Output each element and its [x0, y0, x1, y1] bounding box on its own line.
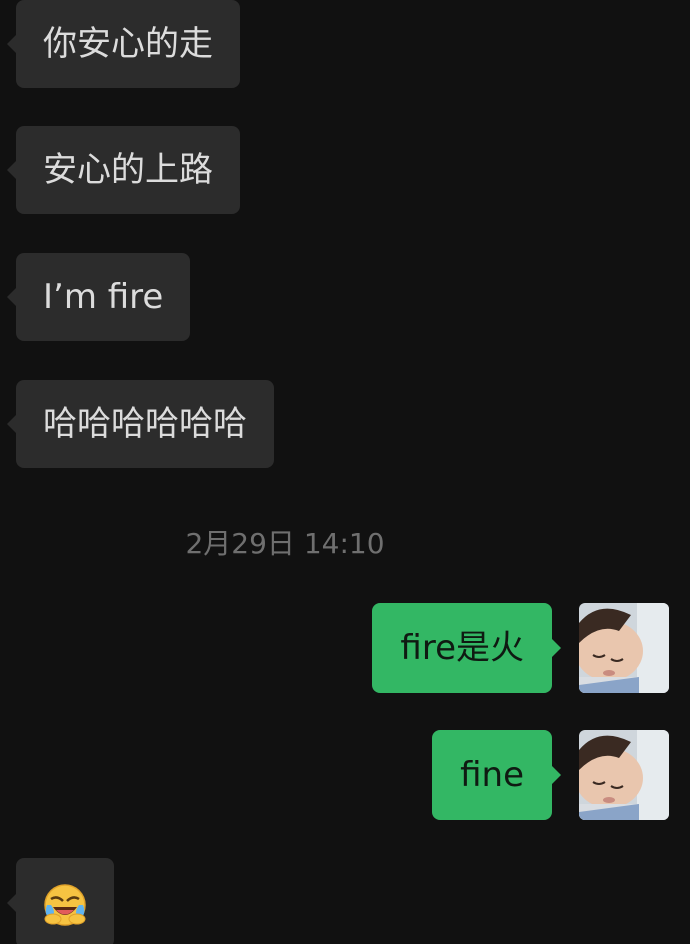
message-text: fire是火: [400, 628, 524, 668]
avatar-photo-icon: [579, 603, 669, 693]
message-text: fine: [460, 755, 524, 795]
message-bubble-incoming-emoji[interactable]: [7, 858, 114, 944]
message-bubble-incoming[interactable]: 哈哈哈哈哈哈: [7, 380, 274, 468]
message-text: I’m fire: [43, 277, 164, 317]
message-bubble-outgoing[interactable]: fine: [432, 730, 561, 820]
message-bubble-outgoing[interactable]: fire是火: [372, 603, 561, 693]
message-text: 安心的上路: [43, 150, 213, 190]
message-bubble-incoming[interactable]: 安心的上路: [7, 126, 240, 214]
message-bubble-incoming[interactable]: 你安心的走: [7, 0, 240, 88]
message-timestamp: 2月29日 14:10: [185, 527, 385, 560]
avatar[interactable]: [579, 603, 669, 693]
avatar-photo-icon: [579, 730, 669, 820]
chat-conversation: 你安心的走 安心的上路 I’m fire 哈哈哈哈哈哈 2月29日 14:10 …: [0, 0, 690, 944]
message-text: 哈哈哈哈哈哈: [43, 404, 247, 444]
avatar[interactable]: [579, 730, 669, 820]
message-text: 你安心的走: [43, 24, 213, 64]
laughing-tears-emoji-icon: [44, 884, 86, 926]
message-bubble-incoming[interactable]: I’m fire: [6, 253, 191, 341]
